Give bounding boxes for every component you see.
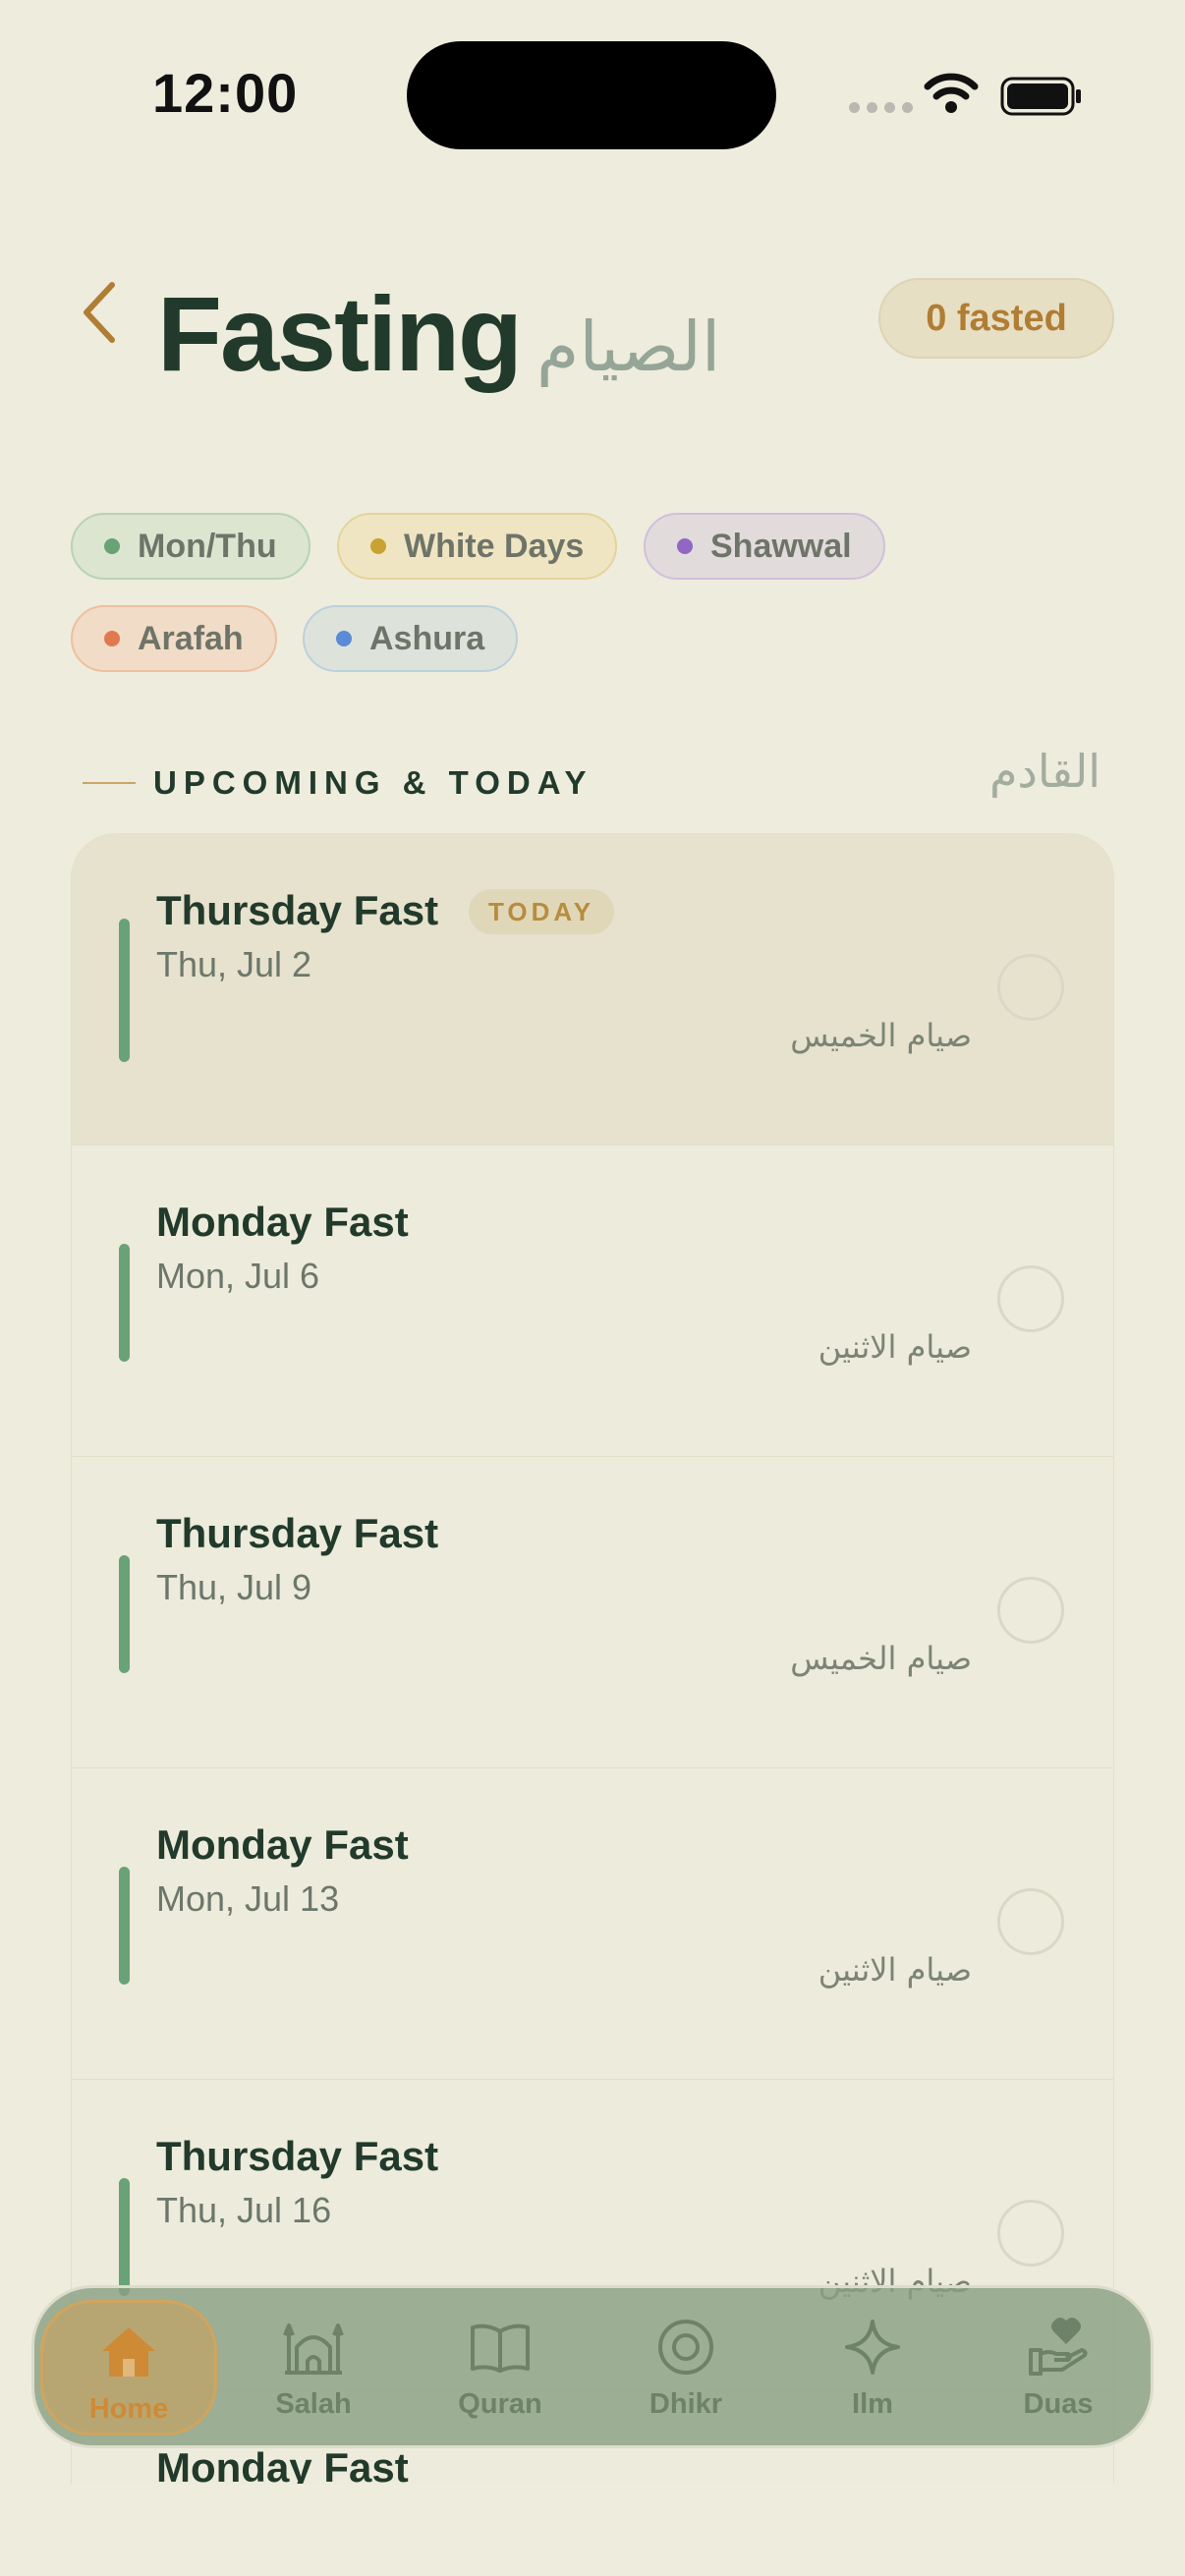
accent-bar bbox=[119, 2178, 130, 2296]
chip-label: Mon/Thu bbox=[138, 527, 277, 565]
dynamic-island bbox=[407, 41, 776, 149]
page-title: Fasting bbox=[157, 274, 523, 393]
hand-heart-icon bbox=[1029, 2318, 1088, 2376]
back-chevron-icon[interactable] bbox=[77, 279, 122, 346]
section-title: UPCOMING & TODAY bbox=[153, 764, 593, 801]
fast-name-arabic: صيام الخميس bbox=[790, 1640, 972, 1677]
accent-bar bbox=[119, 1555, 130, 1673]
wifi-icon bbox=[924, 73, 979, 113]
chip-label: White Days bbox=[404, 527, 585, 565]
fast-row[interactable]: Thursday Fast TODAY Thu, Jul 2 صيام الخم… bbox=[72, 834, 1113, 1146]
ring-icon bbox=[658, 2320, 713, 2375]
legend-dot bbox=[104, 631, 120, 646]
fast-name: Monday Fast bbox=[156, 1821, 409, 1868]
fast-name-arabic: صيام الاثنين bbox=[818, 1328, 972, 1366]
fast-row[interactable]: Monday Fast Mon, Jul 6 صيام الاثنين bbox=[72, 1146, 1113, 1457]
fast-name: Thursday Fast bbox=[156, 887, 439, 933]
tab-salah[interactable]: Salah bbox=[225, 2298, 402, 2437]
section-divider bbox=[83, 782, 136, 784]
fast-date: Mon, Jul 13 bbox=[156, 1878, 340, 1919]
fast-name: Monday Fast bbox=[156, 1199, 409, 1245]
tab-duas[interactable]: Duas bbox=[970, 2298, 1147, 2437]
fast-row[interactable]: Monday Fast Mon, Jul 13 صيام الاثنين bbox=[72, 1768, 1113, 2080]
tab-home[interactable]: Home bbox=[40, 2300, 217, 2436]
tab-ilm[interactable]: Ilm bbox=[784, 2298, 961, 2437]
tab-quran[interactable]: Quran bbox=[412, 2298, 589, 2437]
tab-label: Home bbox=[88, 2393, 169, 2425]
fast-checkbox[interactable] bbox=[997, 1577, 1064, 1644]
tab-label: Salah bbox=[275, 2388, 352, 2420]
tab-label: Dhikr bbox=[649, 2388, 723, 2420]
accent-bar bbox=[119, 1244, 130, 1362]
tab-label: Duas bbox=[1023, 2388, 1094, 2420]
chip-ashura[interactable]: Ashura bbox=[303, 605, 519, 672]
fast-name: Thursday Fast bbox=[156, 1510, 439, 1556]
chip-arafah[interactable]: Arafah bbox=[71, 605, 277, 672]
tab-bar: Home Salah Quran Dhikr Ilm Duas bbox=[31, 2285, 1154, 2448]
tab-label: Ilm bbox=[852, 2388, 893, 2420]
fast-date: Thu, Jul 16 bbox=[156, 2190, 332, 2230]
fast-checkbox[interactable] bbox=[997, 954, 1064, 1021]
status-time: 12:00 bbox=[152, 62, 299, 124]
fast-name-arabic: صيام الاثنين bbox=[818, 1951, 972, 1988]
sparkle-icon bbox=[845, 2320, 900, 2375]
fast-date: Mon, Jul 6 bbox=[156, 1256, 320, 1296]
book-icon bbox=[471, 2324, 530, 2373]
legend-dot bbox=[336, 631, 352, 646]
accent-bar bbox=[119, 1867, 130, 1985]
tab-label: Quran bbox=[458, 2388, 542, 2420]
section-title-arabic: القادم bbox=[988, 745, 1100, 798]
mosque-icon bbox=[283, 2324, 344, 2375]
fast-row[interactable]: Thursday Fast Thu, Jul 9 صيام الخميس bbox=[72, 1457, 1113, 1768]
cellular-signal-icon bbox=[849, 102, 913, 113]
fast-name: Monday Fast bbox=[156, 2444, 409, 2484]
legend-dot bbox=[104, 538, 120, 554]
fast-list: Thursday Fast TODAY Thu, Jul 2 صيام الخم… bbox=[71, 833, 1114, 2484]
chip-white-days[interactable]: White Days bbox=[337, 513, 618, 580]
chip-label: Shawwal bbox=[710, 527, 852, 565]
chip-label: Ashura bbox=[369, 619, 485, 657]
chip-mon-thu[interactable]: Mon/Thu bbox=[71, 513, 310, 580]
home-icon bbox=[102, 2327, 155, 2377]
fast-date: Thu, Jul 2 bbox=[156, 944, 312, 984]
battery-icon bbox=[1000, 77, 1081, 116]
fast-checkbox[interactable] bbox=[997, 1888, 1064, 1955]
legend-dot bbox=[677, 538, 693, 554]
legend-dot bbox=[370, 538, 386, 554]
chip-shawwal[interactable]: Shawwal bbox=[644, 513, 885, 580]
accent-bar bbox=[119, 919, 130, 1062]
fast-checkbox[interactable] bbox=[997, 2200, 1064, 2267]
fast-checkbox[interactable] bbox=[997, 1265, 1064, 1332]
fasted-count-badge: 0 fasted bbox=[878, 278, 1114, 359]
fast-date: Thu, Jul 9 bbox=[156, 1567, 312, 1607]
fast-name: Thursday Fast bbox=[156, 2133, 439, 2179]
today-badge: TODAY bbox=[469, 889, 615, 934]
page-title-arabic: الصيام bbox=[536, 307, 721, 387]
tab-dhikr[interactable]: Dhikr bbox=[597, 2298, 774, 2437]
fast-name-arabic: صيام الخميس bbox=[790, 1017, 972, 1054]
chip-label: Arafah bbox=[138, 619, 244, 657]
